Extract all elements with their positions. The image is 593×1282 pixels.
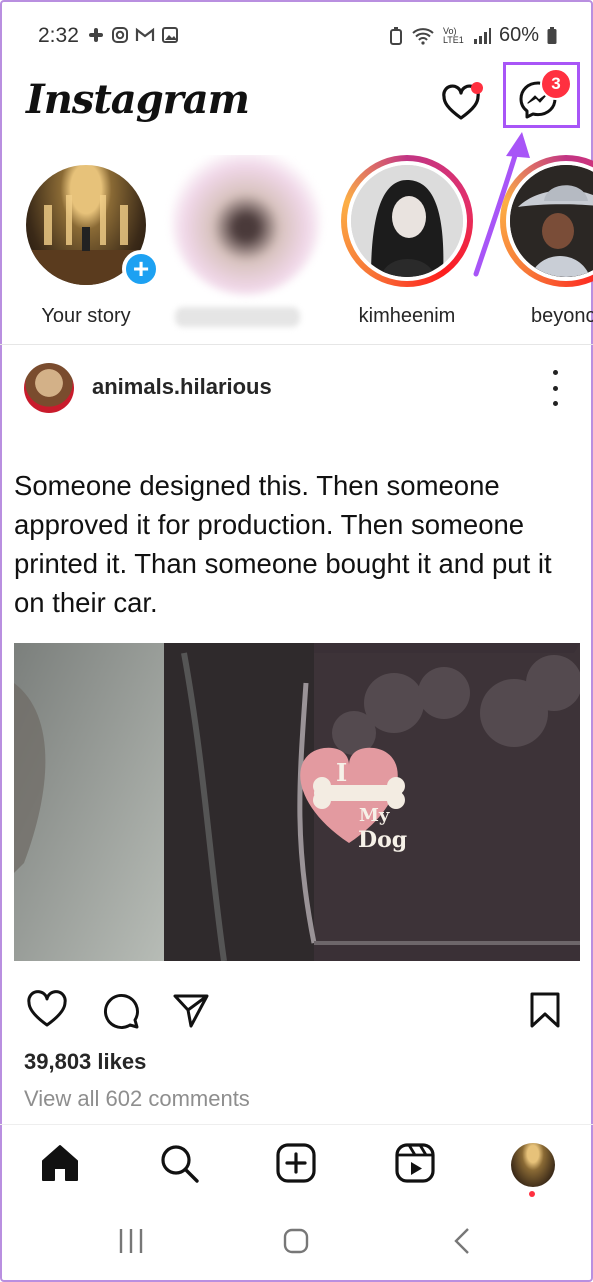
sticker-text-i: I xyxy=(336,758,347,787)
activity-dot xyxy=(471,82,483,94)
slack-icon xyxy=(89,28,103,42)
recent-apps-icon[interactable] xyxy=(116,1226,146,1256)
portrait-image xyxy=(351,165,463,277)
home-icon[interactable] xyxy=(38,1141,82,1185)
bookmark-icon[interactable] xyxy=(528,990,562,1030)
post-username[interactable]: animals.hilarious xyxy=(92,374,272,400)
add-story-icon[interactable]: + xyxy=(122,250,160,288)
back-icon[interactable] xyxy=(448,1226,478,1256)
battery-icon xyxy=(547,26,557,44)
story-label: Your story xyxy=(41,305,131,327)
likes-count[interactable]: 39,803 likes xyxy=(24,1049,146,1075)
story-avatar-blurred xyxy=(171,155,321,295)
messages-badge: 3 xyxy=(540,68,572,100)
search-icon[interactable] xyxy=(157,1141,201,1185)
like-heart-icon[interactable] xyxy=(26,990,68,1030)
status-right: Vo) LTE1 60% xyxy=(389,24,557,47)
sticker-text-my: My xyxy=(359,805,390,826)
sticker-text-dog: Dog xyxy=(358,827,407,853)
story-beyonce[interactable]: beyonc xyxy=(500,155,593,340)
home-button-icon[interactable] xyxy=(281,1226,311,1256)
comment-icon[interactable] xyxy=(100,990,140,1030)
gallery-icon xyxy=(162,27,178,43)
network-type: Vo) LTE1 xyxy=(442,25,464,45)
post-author-avatar[interactable] xyxy=(24,363,74,413)
post-header: animals.hilarious xyxy=(0,360,593,416)
cowboy-hat-image xyxy=(510,165,593,277)
more-options-icon[interactable] xyxy=(547,370,563,406)
stories-tray: + Your story kimheenim beyonc xyxy=(0,155,593,340)
bottom-nav xyxy=(0,1124,593,1204)
status-time: 2:32 xyxy=(38,24,79,47)
story-your-story[interactable]: + Your story xyxy=(14,155,160,340)
story-label: kimheenim xyxy=(358,305,456,327)
view-comments-link[interactable]: View all 602 comments xyxy=(24,1086,250,1112)
post-image-caption: Someone designed this. Then someone appr… xyxy=(14,470,552,618)
notification-icons xyxy=(87,26,179,44)
car-window-image: I My Dog xyxy=(14,643,580,961)
reels-icon[interactable] xyxy=(393,1141,437,1185)
story-kimheenim[interactable]: kimheenim xyxy=(341,155,481,340)
profile-notification-dot xyxy=(529,1191,535,1197)
wifi-icon xyxy=(412,27,434,45)
story-label: beyonc xyxy=(531,305,593,327)
send-icon[interactable] xyxy=(171,990,211,1030)
profile-avatar[interactable] xyxy=(511,1143,555,1187)
gmail-icon xyxy=(135,27,155,41)
instagram-small-icon xyxy=(112,27,128,43)
signal-icon xyxy=(473,27,491,44)
post-image[interactable]: I My Dog xyxy=(14,643,580,961)
plus-square-icon[interactable] xyxy=(274,1141,318,1185)
stories-divider xyxy=(0,344,593,345)
battery-level: 60% xyxy=(498,24,539,46)
story-blurred[interactable] xyxy=(171,155,321,340)
story-avatar xyxy=(347,161,467,281)
story-label-blurred xyxy=(175,307,300,327)
system-nav-bar xyxy=(0,1204,593,1282)
post-actions xyxy=(0,990,593,1034)
status-bar: 2:32 Vo) LTE1 60% xyxy=(0,0,593,70)
battery-saver-icon xyxy=(389,26,402,45)
instagram-logo: Instagram xyxy=(26,76,250,123)
